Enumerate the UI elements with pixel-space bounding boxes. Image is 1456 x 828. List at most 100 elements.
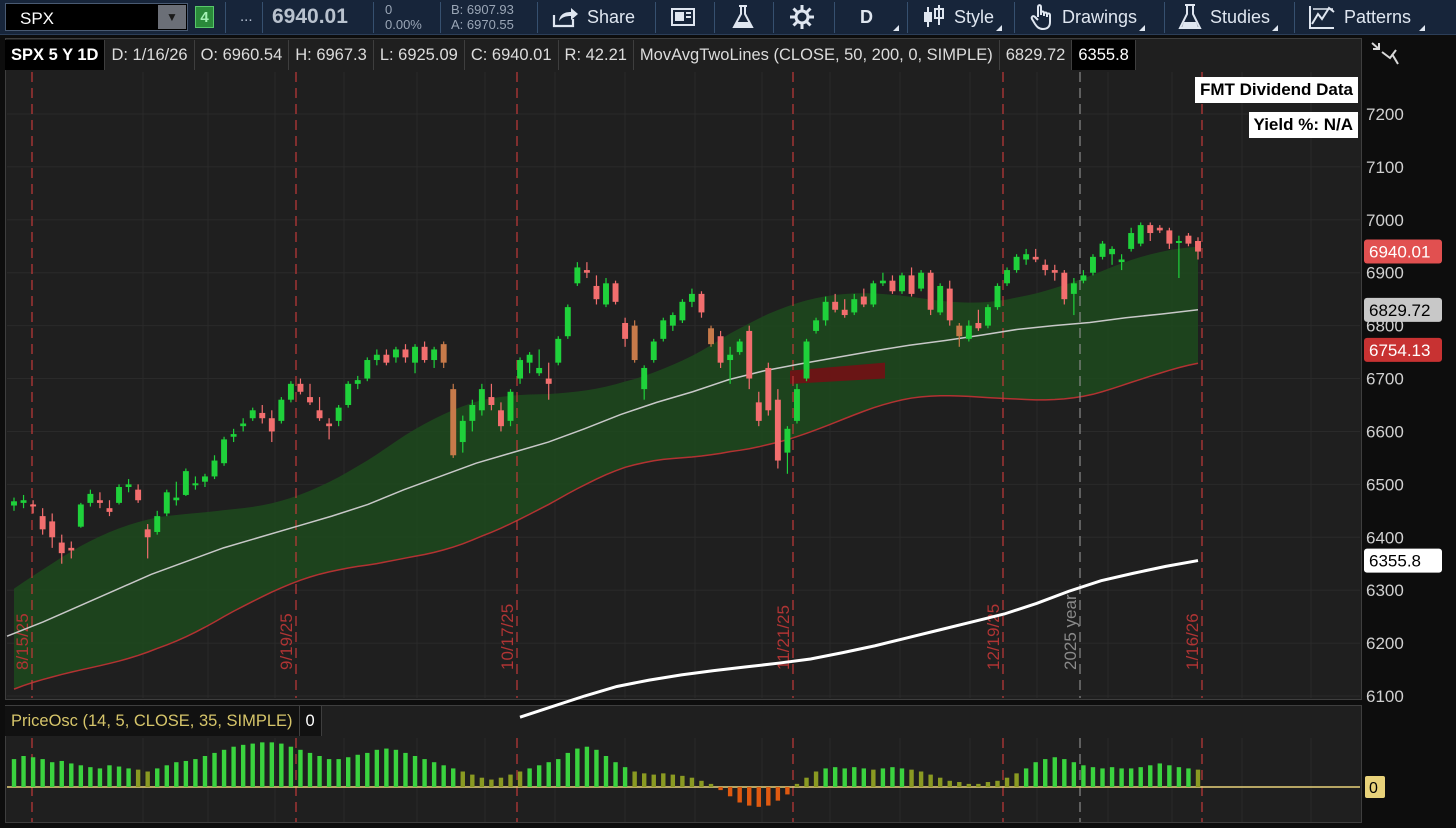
candle-body: [946, 288, 953, 321]
candle-body: [268, 418, 275, 432]
candle-body: [794, 389, 800, 421]
oscillator-bar: [1138, 767, 1143, 787]
oscillator-bar: [260, 742, 265, 787]
candle-body: [994, 285, 1001, 308]
oscillator-bar: [909, 769, 914, 787]
candle-body: [1004, 270, 1010, 284]
candle-body: [211, 460, 218, 477]
oscillator-bar: [1195, 769, 1201, 787]
price-tick-label: 7000: [1366, 211, 1404, 230]
oscillator-bar: [1119, 768, 1124, 787]
oscillator-bar: [11, 759, 17, 787]
oscillator-bar: [594, 749, 599, 787]
oscillator-bar: [470, 774, 475, 787]
chart-title[interactable]: SPX 5 Y 1D: [5, 40, 106, 70]
oscillator-bar: [689, 777, 695, 787]
oscillator-bar: [30, 757, 36, 787]
candle-body: [392, 349, 399, 358]
oscillator-bar: [766, 787, 771, 806]
candle-body: [526, 354, 533, 363]
oscillator-bar: [412, 756, 418, 787]
oscillator-bar: [708, 783, 714, 787]
oscillator-bar: [431, 762, 437, 787]
price-axis: 6100620063006400650066006700680069007000…: [1364, 105, 1442, 706]
candle-body: [564, 307, 571, 337]
candle-body: [230, 434, 237, 437]
oscillator-bar: [937, 777, 943, 787]
price-tick-label: 6900: [1366, 264, 1404, 283]
candle-body: [58, 542, 65, 554]
oscillator-bar: [250, 743, 255, 787]
candle-body: [851, 299, 858, 313]
oscillator-bar: [1100, 768, 1105, 787]
oscillator-bar: [193, 759, 198, 787]
oscillator-bar: [641, 773, 647, 787]
oscillator-bar: [116, 766, 122, 787]
candle-body: [937, 285, 944, 313]
candle-body: [698, 293, 705, 313]
price-tick-label: 6400: [1366, 528, 1404, 547]
oscillator-bar: [88, 767, 93, 787]
oscillator-bar: [384, 748, 389, 787]
oscillator-bar: [231, 746, 236, 787]
oscillator-bar: [661, 773, 666, 787]
oscillator-bar: [1062, 759, 1067, 787]
oscillator-bar: [842, 768, 847, 787]
oscillator-bar: [727, 787, 733, 797]
study-label[interactable]: MovAvgTwoLines (CLOSE, 50, 200, 0, SIMPL…: [634, 40, 1000, 70]
oscillator-bar: [298, 749, 303, 787]
candle-body: [125, 484, 132, 488]
event-marker-label: 8/15/25: [13, 613, 32, 670]
candle-body: [1013, 256, 1020, 271]
oscillator-bar: [1033, 762, 1038, 787]
candle-body: [440, 344, 447, 363]
oscillator-bar: [584, 746, 590, 787]
candle-body: [545, 378, 552, 384]
oscillator-bar: [861, 768, 867, 787]
oscillator-bar: [336, 759, 341, 787]
price-tick-label: 6600: [1366, 422, 1404, 441]
oscillator-bar: [985, 782, 991, 787]
oscillator-bar: [269, 742, 275, 787]
candle-body: [431, 349, 438, 361]
yield-label: Yield %: N/A: [1248, 112, 1358, 138]
candle-body: [631, 325, 638, 361]
oscillator-bar: [489, 779, 494, 787]
oscillator-bar: [632, 771, 637, 787]
candle-body: [612, 283, 619, 302]
chart-canvas[interactable]: 8/15/25 9/19/25 10/17/25 11/21/25 12/19/25 20…: [0, 0, 1456, 828]
event-marker-label: 10/17/25: [498, 604, 517, 670]
candle-body: [918, 272, 925, 289]
candle-body: [383, 354, 390, 363]
candle-body: [870, 283, 877, 305]
candle-body: [202, 476, 208, 482]
candle-body: [20, 500, 27, 503]
oscillator-bar: [718, 787, 723, 791]
oscillator-bar: [680, 775, 685, 787]
oscillator-bar: [536, 765, 542, 787]
oscillator-bar: [1023, 768, 1029, 787]
oscillator-bar: [451, 768, 456, 787]
candle-body: [488, 397, 495, 405]
oscillator-bar: [345, 757, 351, 787]
candle-body: [813, 320, 820, 331]
oscillator-bar: [603, 756, 609, 787]
chart-settings-icon[interactable]: [1370, 40, 1402, 68]
candle-body: [307, 397, 313, 403]
candle-body: [450, 389, 457, 456]
oscillator-bar: [1176, 767, 1182, 787]
bar-high: H: 6967.3: [289, 40, 374, 70]
oscillator-bar: [508, 774, 513, 787]
candle-body: [679, 301, 686, 321]
oscillator-label[interactable]: PriceOsc (14, 5, CLOSE, 35, SIMPLE): [5, 706, 300, 736]
candle-body: [622, 322, 629, 339]
oscillator-bar: [1071, 762, 1077, 787]
oscillator-bar: [756, 787, 761, 807]
candle-body: [345, 383, 352, 405]
oscillator-bar: [546, 762, 551, 787]
oscillator-bar: [794, 783, 800, 787]
candle-body: [1023, 254, 1030, 260]
candle-body: [221, 439, 228, 464]
oscillator-bar: [498, 777, 504, 787]
candle-body: [517, 360, 524, 379]
